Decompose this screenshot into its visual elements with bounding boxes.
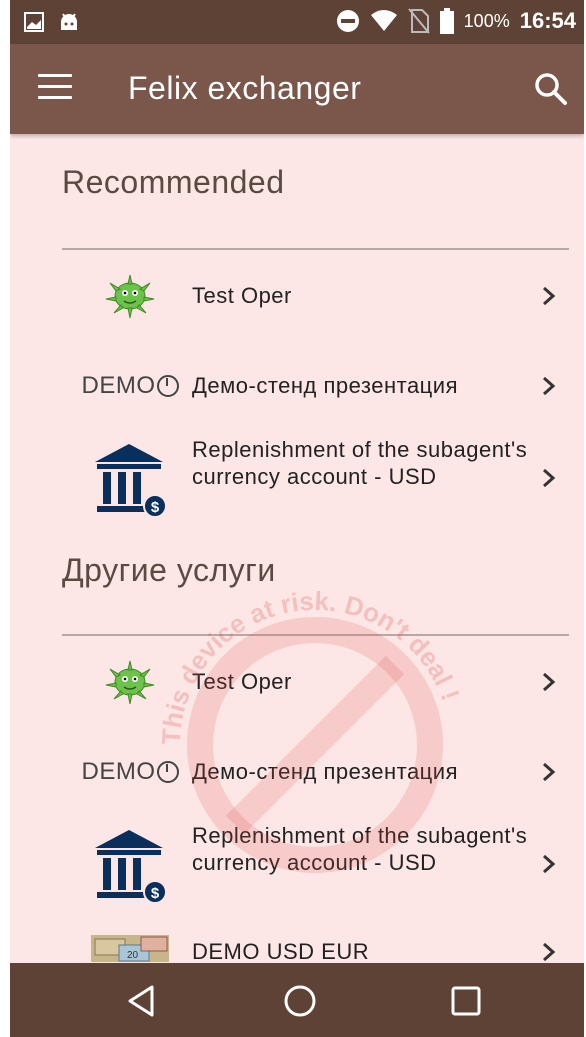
list-item[interactable]: DEMO Демо-стенд презентация — [10, 354, 584, 418]
virus-icon — [105, 660, 155, 705]
demo-logo: DEMO — [82, 758, 179, 786]
phone-screen: 100% 16:54 Felix exchanger Recommended T… — [10, 0, 584, 1037]
app-bar: Felix exchanger — [10, 44, 584, 134]
status-bar: 100% 16:54 — [10, 0, 584, 44]
chevron-right-icon — [543, 762, 556, 782]
chevron-right-icon — [543, 468, 556, 488]
item-label: Демо-стенд презентация — [192, 759, 458, 784]
android-notification-icon — [61, 13, 77, 30]
list-item[interactable]: $ Replenishment of the subagent's curren… — [10, 432, 584, 528]
item-label: Replenishment of the subagent's currency… — [192, 437, 528, 489]
list-item[interactable]: $ Replenishment of the subagent's curren… — [10, 818, 584, 914]
menu-icon[interactable] — [38, 74, 72, 102]
chevron-right-icon — [543, 376, 556, 396]
item-label: Демо-стенд презентация — [192, 373, 458, 398]
do-not-disturb-icon — [336, 10, 359, 32]
battery-icon — [439, 8, 454, 34]
item-label: Test Oper — [192, 669, 292, 694]
gallery-notification-icon — [24, 12, 44, 32]
list-item[interactable]: DEMO Демо-стенд презентация — [10, 740, 584, 804]
home-icon[interactable] — [282, 983, 318, 1019]
battery-percent: 100% — [463, 10, 510, 31]
search-icon[interactable] — [534, 72, 568, 106]
chevron-right-icon — [543, 286, 556, 306]
item-label: DEMO USD EUR — [192, 939, 370, 962]
wifi-icon — [370, 10, 397, 31]
svg-text:20: 20 — [127, 950, 139, 961]
item-label: Replenishment of the subagent's currency… — [192, 823, 528, 875]
banknotes-icon: 20 — [91, 935, 169, 962]
svg-text:$: $ — [151, 885, 160, 902]
clock: 16:54 — [519, 8, 576, 33]
demo-logo: DEMO — [82, 372, 179, 400]
bank-dollar-icon: $ — [95, 830, 167, 904]
no-sim-icon — [407, 8, 430, 34]
section-title-recommended: Recommended — [62, 164, 285, 200]
list-item[interactable]: Test Oper — [10, 650, 584, 714]
chevron-right-icon — [543, 942, 556, 962]
list-item[interactable]: Test Oper — [10, 264, 584, 328]
chevron-right-icon — [543, 854, 556, 874]
app-title: Felix exchanger — [128, 70, 362, 106]
bank-dollar-icon: $ — [95, 444, 167, 518]
section-divider — [62, 634, 569, 636]
navigation-bar — [10, 963, 584, 1037]
services-list[interactable]: Recommended Test Oper DEMO Демо-стенд пр… — [10, 134, 584, 962]
list-item[interactable]: 20 DEMO USD EUR — [10, 930, 584, 962]
item-label: Test Oper — [192, 283, 292, 308]
back-icon[interactable] — [124, 983, 160, 1019]
virus-icon — [105, 274, 155, 319]
section-divider — [62, 248, 569, 250]
recent-apps-icon[interactable] — [448, 983, 484, 1019]
section-title-other-services: Другие услуги — [62, 552, 276, 588]
svg-text:$: $ — [151, 499, 160, 516]
chevron-right-icon — [543, 672, 556, 692]
